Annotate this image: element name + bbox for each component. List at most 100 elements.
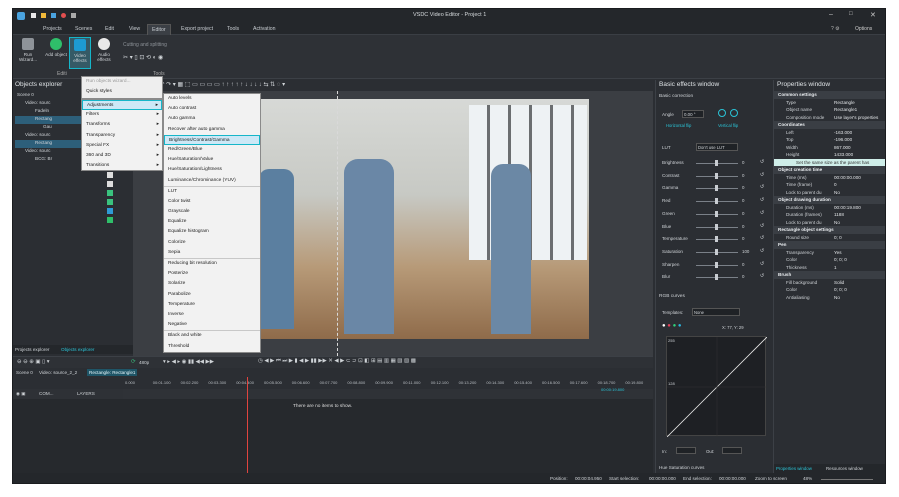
settings-icon[interactable] [71,13,76,18]
run-wizard-button[interactable]: Run Wizard... [17,37,39,69]
audio-tool-icon[interactable] [107,208,113,214]
slider-value[interactable]: 0 [742,198,744,203]
property-value[interactable]: Yes [834,249,842,257]
property-value[interactable]: No [834,219,840,227]
submenu-item[interactable]: Equalize [164,217,260,227]
tab-projects-explorer[interactable]: Projects explorer [15,347,49,352]
scene-tools-icons[interactable]: ◯ ↶ ↷ ▾ ▦ ⬚ ▭ ▭ ▭ ▭ ↑ ↑ ↑ ↑ ↑ ↓ ↓ ↓ ↓ ⇆ … [151,82,285,88]
rotate-left-icon[interactable] [718,109,726,117]
menu-item-transforms[interactable]: Transforms ▸ [82,120,162,130]
property-value[interactable]: 1433.000 [834,151,853,159]
property-row[interactable]: Duration (ms) 00:00:19.800 [774,204,885,212]
submenu-item[interactable]: Reducing bit resolution [164,259,260,269]
property-value[interactable]: Solid [834,279,844,287]
rgb-curves-header[interactable]: RGB curves [659,294,685,299]
property-value[interactable]: 867.000 [834,144,851,152]
property-value[interactable]: No [834,294,840,302]
eye-icon[interactable]: ◉ ▣ [16,391,26,397]
submenu-item[interactable]: Posterize [164,269,260,279]
slider-track[interactable] [696,160,738,166]
reset-icon[interactable]: ↺ [760,159,764,165]
menu-tools[interactable]: Tools [227,26,239,32]
tab-video-source[interactable]: Video: source_2_2 [39,370,77,375]
property-row[interactable]: Time (frame) 0 [774,181,885,189]
submenu-item[interactable]: Sepia [164,248,260,258]
menu-item-special-fx[interactable]: Special FX ▸ [82,141,162,151]
submenu-item[interactable]: Solarize [164,279,260,289]
playhead[interactable] [247,377,248,473]
property-value[interactable]: No [834,189,840,197]
basic-correction-header[interactable]: Basic correction [659,94,693,99]
menu-item-quick-styles[interactable]: Quick styles [82,87,162,97]
slider-track[interactable] [696,172,738,179]
slider-knob[interactable] [715,248,718,255]
text-tool-icon[interactable] [107,172,113,178]
property-value[interactable]: -196.000 [834,136,852,144]
property-value[interactable]: 1188 [834,211,844,219]
slider-value[interactable]: 0 [742,160,744,165]
reset-icon[interactable]: ↺ [760,235,764,241]
property-row[interactable]: Lock to parent du No [774,189,885,197]
timeline-zoom-icons[interactable]: ⊖ ⊖ ⊕ ▣ ▯ ▾ [17,359,49,365]
templates-select[interactable]: None [692,308,740,316]
slider-value[interactable]: 100 [742,249,749,254]
submenu-item[interactable]: Temperature [164,300,260,310]
submenu-item[interactable]: Colorize [164,238,260,248]
slider-track[interactable] [696,185,738,192]
slider-track[interactable] [696,210,738,217]
property-row[interactable]: Height 1433.000 [774,151,885,159]
image-tool-icon[interactable] [107,190,113,196]
slider-knob[interactable] [715,210,718,217]
new-icon[interactable] [31,13,36,18]
out-input[interactable] [722,447,742,454]
property-row[interactable]: Color 0; 0; 0 [774,256,885,264]
in-input[interactable] [676,447,696,454]
lut-select[interactable]: Don't use LUT [696,143,738,151]
property-value[interactable]: 0; 0; 0 [834,256,847,264]
preview-quality-icon[interactable]: ⟳ [131,359,136,365]
timeline-edit-icons[interactable]: ◷ ◀ ▶ ⏮ ⏭ ▶ ▮ ◀ ▶ ▮▮ ▶▶ ✕ ◀ ▶ ⊂ ⊃ ⊡ ◧ ⊞ … [258,358,416,365]
property-row[interactable]: Set the same size as the parent has [774,158,885,166]
menu-item-360-3d[interactable]: 360 and 3D ▸ [82,151,162,161]
property-row[interactable]: Left -163.000 [774,129,885,137]
zoom-value[interactable]: 48% [803,476,812,481]
tab-rectangle[interactable]: Rectangle: Rectangle1 [87,369,138,376]
submenu-item[interactable]: Red/Green/Blue [164,145,260,155]
slider-value[interactable]: 0 [742,211,744,216]
property-row[interactable]: Round size 0; 0 [774,234,885,242]
submenu-item[interactable]: LUT [164,187,260,197]
reset-icon[interactable]: ↺ [760,223,764,229]
reset-icon[interactable]: ↺ [760,184,764,190]
submenu-item[interactable]: Luminance/Chrominance (YUV) [164,176,260,186]
property-row[interactable]: Time (ms) 00:00:00.000 [774,174,885,182]
slider-value[interactable]: 0 [742,262,744,267]
property-value[interactable]: 0 [834,181,837,189]
slider-knob[interactable] [715,261,718,268]
slider-track[interactable] [696,248,738,255]
reset-icon[interactable]: ↺ [760,172,764,178]
slider-knob[interactable] [715,198,718,205]
submenu-item[interactable]: Inverse [164,310,260,320]
open-icon[interactable] [41,13,46,18]
slider-track[interactable] [696,223,738,230]
property-row[interactable]: Composition mode Use layer's properties [774,114,885,122]
property-section[interactable]: Pen [774,241,885,249]
property-value[interactable]: Rectangle1 [834,106,857,114]
slider-knob[interactable] [715,223,718,230]
property-row[interactable]: Lock to parent du No [774,219,885,227]
vertical-flip-toggle[interactable]: Vertical flip [718,123,738,128]
property-section[interactable]: Rectangle object settings [774,226,885,234]
maximize-icon[interactable]: □ [849,11,853,17]
property-value[interactable]: 00:00:00.000 [834,174,861,182]
property-row[interactable]: Duration (frames) 1188 [774,211,885,219]
menu-item-transitions[interactable]: Transitions ▸ [82,161,162,171]
zoom-slider[interactable] [821,479,873,480]
menu-activation[interactable]: Activation [253,26,276,32]
submenu-item[interactable]: Color twist [164,197,260,207]
property-row[interactable]: Fill background Solid [774,279,885,287]
submenu-item-brightness-contrast-gamma[interactable]: Brightness/Contrast/Gamma [164,134,260,145]
tab-objects-explorer[interactable]: Objects explorer [59,346,96,353]
submenu-item[interactable]: Equalize histogram [164,227,260,237]
slider-knob[interactable] [715,236,718,243]
slider-knob[interactable] [715,185,718,192]
